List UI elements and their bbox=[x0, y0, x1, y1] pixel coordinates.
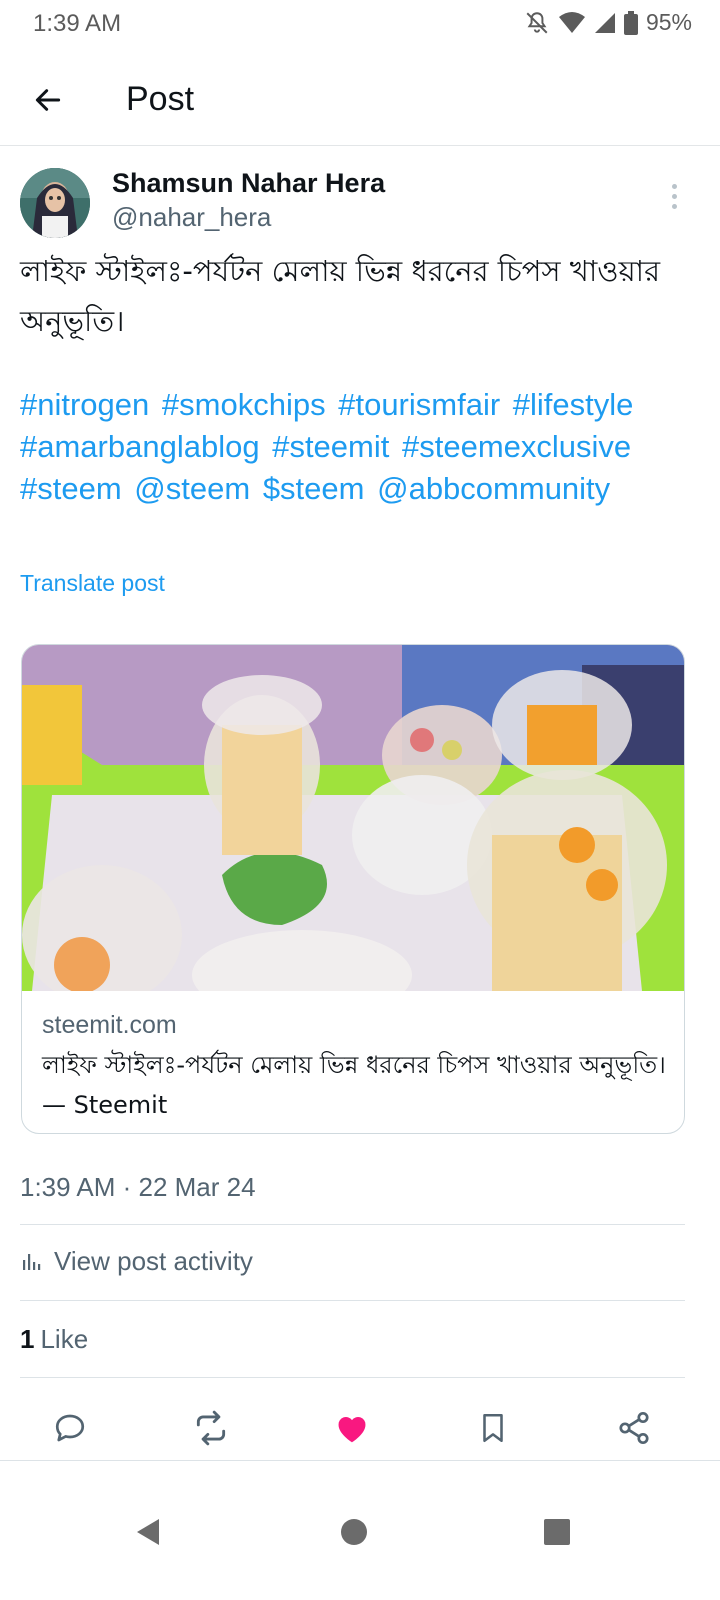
bookmark-icon bbox=[483, 1413, 503, 1443]
card-image bbox=[22, 645, 684, 991]
like-icon bbox=[338, 1417, 366, 1443]
likes-label: Like bbox=[40, 1324, 89, 1354]
author-handle[interactable]: @nahar_hera bbox=[112, 202, 271, 233]
arrow-left-icon bbox=[35, 89, 61, 111]
hashtag-link[interactable]: #tourismfair bbox=[338, 387, 500, 422]
hashtag-link[interactable]: #amarbanglablog bbox=[20, 429, 260, 464]
hashtag-link[interactable]: #smokchips bbox=[162, 387, 326, 422]
more-options-button[interactable] bbox=[662, 176, 686, 216]
card-title: লাইফ স্টাইলঃ-পর্যটন মেলায় ভিন্ন ধরনের চ… bbox=[42, 1051, 666, 1119]
status-bar: 1:39 AM 95% bbox=[0, 0, 720, 50]
activity-label: View post activity bbox=[54, 1246, 253, 1276]
nav-recents-button[interactable] bbox=[537, 1512, 577, 1552]
repost-icon bbox=[196, 1410, 226, 1446]
app-header: Post bbox=[0, 50, 720, 146]
page-title: Post bbox=[126, 80, 195, 118]
signal-icon bbox=[594, 12, 615, 33]
more-dots-icon bbox=[671, 183, 677, 189]
hashtag-link[interactable]: #steemit bbox=[272, 429, 389, 464]
view-post-activity[interactable]: View post activity bbox=[20, 1246, 253, 1277]
likes-count: 1 bbox=[20, 1324, 35, 1354]
author-name[interactable]: Shamsun Nahar Hera bbox=[112, 168, 385, 199]
circle-home-icon bbox=[341, 1519, 367, 1545]
link-card[interactable]: steemit.com লাইফ স্টাইলঃ-পর্যটন মেলায় ভ… bbox=[21, 644, 685, 1134]
status-icons: 95% bbox=[524, 9, 692, 36]
back-button[interactable] bbox=[28, 80, 68, 120]
post-hashtags: #nitrogen #smokchips #tourismfair #lifes… bbox=[20, 384, 700, 510]
reply-button[interactable] bbox=[46, 1404, 94, 1452]
hashtag-link[interactable]: #lifestyle bbox=[513, 387, 634, 422]
action-bar bbox=[0, 1396, 720, 1462]
hashtag-link[interactable]: #nitrogen bbox=[20, 387, 149, 422]
nav-back-button[interactable] bbox=[128, 1512, 168, 1552]
divider bbox=[20, 1224, 685, 1225]
mention-link[interactable]: @abbcommunity bbox=[377, 471, 610, 506]
analytics-icon bbox=[23, 1253, 41, 1270]
share-icon bbox=[619, 1411, 649, 1445]
avatar-image bbox=[20, 168, 90, 238]
mention-link[interactable]: @steem bbox=[134, 471, 250, 506]
battery-icon bbox=[623, 10, 638, 35]
triangle-back-icon bbox=[137, 1519, 159, 1545]
cashtag-link[interactable]: $steem bbox=[263, 471, 365, 506]
translate-post-link[interactable]: Translate post bbox=[20, 570, 165, 597]
bookmark-button[interactable] bbox=[469, 1404, 517, 1452]
hashtag-link[interactable]: #steemexclusive bbox=[402, 429, 631, 464]
repost-button[interactable] bbox=[187, 1404, 235, 1452]
square-recents-icon bbox=[544, 1519, 570, 1545]
wifi-icon bbox=[558, 11, 585, 33]
system-nav-bar bbox=[0, 1460, 720, 1600]
card-domain: steemit.com bbox=[42, 1011, 177, 1039]
post-text: লাইফ স্টাইলঃ-পর্যটন মেলায় ভিন্ন ধরনের চ… bbox=[20, 254, 661, 338]
share-button[interactable] bbox=[610, 1404, 658, 1452]
bell-off-icon bbox=[526, 11, 548, 33]
hashtag-link[interactable]: #steem bbox=[20, 471, 122, 506]
nav-home-button[interactable] bbox=[334, 1512, 374, 1552]
divider bbox=[20, 1377, 685, 1378]
likes-summary[interactable]: 1 Like bbox=[20, 1324, 88, 1355]
status-time: 1:39 AM bbox=[33, 10, 122, 37]
avatar[interactable] bbox=[20, 168, 90, 238]
like-button[interactable] bbox=[328, 1404, 376, 1452]
battery-percent: 95% bbox=[645, 9, 692, 35]
divider bbox=[20, 1300, 685, 1301]
post-timestamp: 1:39 AM · 22 Mar 24 bbox=[20, 1172, 256, 1202]
reply-icon bbox=[55, 1414, 85, 1442]
